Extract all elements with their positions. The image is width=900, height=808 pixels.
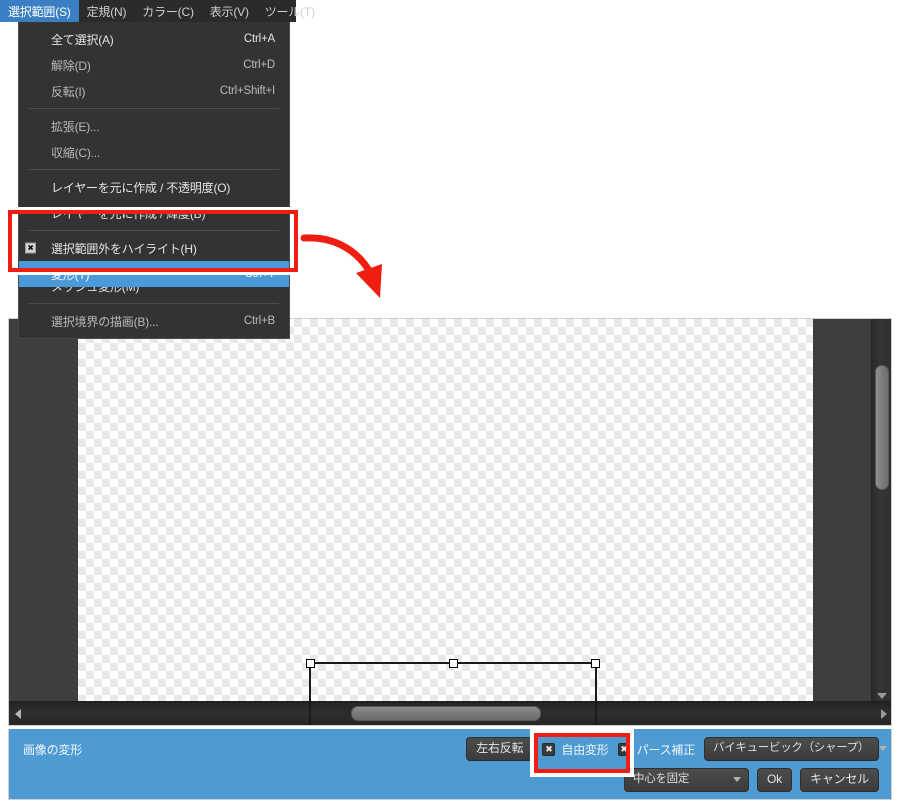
checked-box-icon: ✖: [542, 742, 556, 756]
menu-item-select-all[interactable]: 全て選択(A) Ctrl+A: [19, 26, 289, 52]
vertical-scrollbar[interactable]: [871, 319, 891, 703]
menu-item-shortcut: Ctrl+D: [243, 59, 275, 71]
menu-item-draw-selection-border[interactable]: 選択境界の描画(B)... Ctrl+B: [19, 308, 289, 334]
menu-item-shortcut: Ctrl+A: [243, 33, 275, 45]
free-transform-label: 自由変形: [561, 742, 609, 757]
menubar-item-tool[interactable]: ツール(T): [257, 0, 323, 22]
transform-handle-n[interactable]: [448, 659, 458, 668]
menubar-item-view[interactable]: 表示(V): [202, 0, 257, 22]
selection-dropdown-menu: 全て選択(A) Ctrl+A 解除(D) Ctrl+D 反転(I) Ctrl+S…: [18, 22, 290, 339]
menubar-item-label: 表示(V): [209, 4, 249, 19]
menu-item-label: 変形(T): [51, 267, 90, 282]
menu-item-shortcut: Ctrl+Shift+I: [219, 85, 275, 97]
menu-item-label: レイヤーを元に作成 / 輝度(B): [51, 206, 206, 221]
menu-item-mesh-transform[interactable]: メッシュ変形(M): [19, 287, 289, 299]
transform-handle-ne[interactable]: [591, 659, 600, 668]
flip-horizontal-label: 左右反転: [476, 741, 524, 755]
menu-item-label: 選択境界の描画(B)...: [51, 314, 159, 329]
menu-item-expand[interactable]: 拡張(E)...: [19, 113, 289, 139]
checked-box-icon: ✖: [617, 742, 631, 756]
perspective-correction-checkbox[interactable]: ✖ パース補正: [617, 741, 696, 758]
cancel-button[interactable]: キャンセル: [799, 768, 879, 793]
menubar-item-label: カラー(C): [142, 4, 194, 19]
ok-button[interactable]: Ok: [757, 768, 792, 793]
menu-separator: [29, 169, 279, 170]
cancel-label: キャンセル: [809, 772, 869, 786]
menu-item-label: 解除(D): [51, 58, 91, 73]
chevron-down-icon: [879, 746, 888, 752]
menu-item-create-from-layer-opacity[interactable]: レイヤーを元に作成 / 不透明度(O): [19, 174, 289, 200]
menu-item-highlight-outside-selection[interactable]: ✖ 選択範囲外をハイライト(H): [19, 235, 289, 261]
toolbar-title: 画像の変形: [23, 743, 83, 757]
menu-item-transform[interactable]: 変形(T) Ctrl+T: [19, 261, 289, 287]
transform-toolbar: 画像の変形 左右反転 ✖ 自由変形 ✖ パース補正 バイキュービック（シャープ）…: [8, 729, 892, 800]
menu-separator: [29, 230, 279, 231]
toolbar-row-secondary: 中心を固定 Ok キャンセル: [624, 768, 879, 793]
menu-separator: [29, 108, 279, 109]
transform-handle-nw[interactable]: [306, 659, 315, 668]
menubar-item-label: 選択範囲(S): [8, 4, 71, 19]
anchor-select[interactable]: 中心を固定: [624, 768, 750, 792]
scroll-down-arrow-icon[interactable]: [876, 693, 887, 699]
menubar-item-selection[interactable]: 選択範囲(S): [0, 0, 79, 22]
red-curved-arrow-icon: [300, 234, 382, 298]
menu-item-label: 拡張(E)...: [51, 119, 100, 134]
menubar-item-ruler[interactable]: 定規(N): [79, 0, 135, 22]
menu-item-label: 選択範囲外をハイライト(H): [51, 241, 197, 256]
scroll-right-arrow-icon[interactable]: [881, 708, 887, 719]
perspective-correction-label: パース補正: [636, 742, 696, 757]
anchor-value: 中心を固定: [633, 773, 690, 786]
menubar-item-label: 定規(N): [86, 4, 127, 19]
vertical-scrollbar-thumb[interactable]: [875, 365, 889, 490]
menubar-item-color[interactable]: カラー(C): [134, 0, 201, 22]
menu-item-invert[interactable]: 反転(I) Ctrl+Shift+I: [19, 78, 289, 104]
menu-item-deselect[interactable]: 解除(D) Ctrl+D: [19, 52, 289, 78]
menu-bar: 選択範囲(S) 定規(N) カラー(C) 表示(V) ツール(T): [0, 0, 315, 22]
canvas-viewport[interactable]: [8, 318, 892, 726]
menu-item-shortcut: Ctrl+B: [243, 315, 275, 327]
checked-box-icon: ✖: [25, 242, 36, 254]
flip-horizontal-button[interactable]: 左右反転: [466, 737, 534, 762]
chevron-down-icon: [733, 777, 742, 783]
free-transform-checkbox[interactable]: ✖ 自由変形: [542, 741, 609, 758]
menu-item-label: レイヤーを元に作成 / 不透明度(O): [51, 180, 231, 195]
menu-item-label: 反転(I): [51, 84, 86, 99]
menubar-item-label: ツール(T): [264, 4, 315, 19]
menu-separator: [29, 303, 279, 304]
interpolation-value: バイキュービック（シャープ）: [713, 742, 870, 755]
menu-item-create-from-layer-luminance[interactable]: レイヤーを元に作成 / 輝度(B): [19, 200, 289, 226]
interpolation-select[interactable]: バイキュービック（シャープ）: [704, 737, 888, 761]
ok-label: Ok: [767, 772, 782, 786]
menu-item-label: 収縮(C)...: [51, 145, 101, 160]
transparent-checkerboard: [78, 319, 813, 704]
scroll-left-arrow-icon[interactable]: [15, 708, 21, 719]
transform-bounding-box[interactable]: [306, 659, 600, 725]
menu-item-shortcut: Ctrl+T: [244, 268, 276, 280]
menu-item-contract[interactable]: 収縮(C)...: [19, 139, 289, 165]
menu-item-label: メッシュ変形(M): [29, 287, 275, 295]
menu-item-label: 全て選択(A): [51, 32, 114, 47]
toolbar-row-primary: 左右反転 ✖ 自由変形 ✖ パース補正 バイキュービック（シャープ）: [466, 737, 888, 762]
